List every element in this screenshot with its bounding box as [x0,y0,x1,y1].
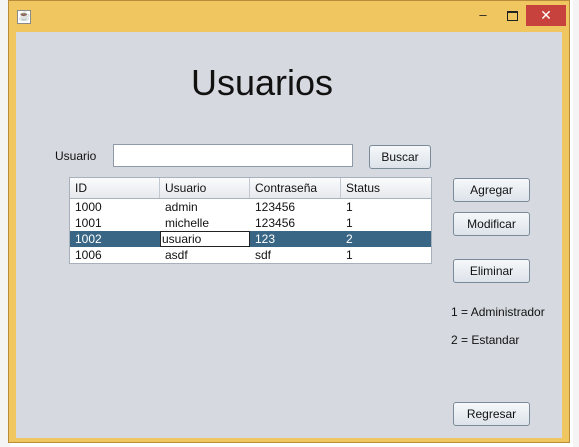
buscar-button[interactable]: Buscar [369,145,431,169]
cell-status[interactable]: 1 [341,215,431,231]
title-bar[interactable]: ☕ – ✕ [9,1,569,32]
maximize-icon [506,10,518,21]
agregar-button[interactable]: Agregar [453,178,530,202]
maximize-button[interactable] [501,5,523,26]
usuario-search-label: Usuario [55,149,97,163]
cell-contrasena[interactable]: 123456 [250,199,341,215]
table-row[interactable]: 1001 michelle 123456 1 [70,215,431,231]
column-header-contrasena[interactable]: Contraseña [250,178,341,198]
legend-estandar: 2 = Estandar [451,333,520,347]
cell-contrasena[interactable]: 123456 [250,215,341,231]
java-app-icon: ☕ [17,10,31,24]
cell-usuario[interactable]: admin [160,199,250,215]
content-pane: Usuarios Usuario Buscar ID Usuario Contr… [16,32,562,438]
cell-contrasena[interactable]: 123 [250,231,341,247]
cell-contrasena[interactable]: sdf [250,247,341,263]
cell-id[interactable]: 1002 [70,231,160,247]
column-header-usuario[interactable]: Usuario [160,178,250,198]
usuarios-table[interactable]: ID Usuario Contraseña Status 1000 admin … [69,177,432,264]
background-editor-right [573,0,579,447]
minimize-button[interactable]: – [472,5,494,26]
cell-status[interactable]: 1 [341,199,431,215]
cell-id[interactable]: 1000 [70,199,160,215]
regresar-button[interactable]: Regresar [453,402,530,426]
table-header: ID Usuario Contraseña Status [70,178,431,199]
legend-administrador: 1 = Administrador [451,305,545,319]
cell-usuario[interactable]: michelle [160,215,250,231]
app-window: ☕ – ✕ Usuarios Usuario Buscar ID Usuario… [8,0,570,443]
table-row[interactable]: 1000 admin 123456 1 [70,199,431,215]
cell-id[interactable]: 1001 [70,215,160,231]
cell-usuario[interactable]: asdf [160,247,250,263]
column-header-status[interactable]: Status [341,178,431,198]
column-header-id[interactable]: ID [70,178,160,198]
page-title: Usuarios [190,62,334,103]
eliminar-button[interactable]: Eliminar [453,259,530,283]
search-input[interactable] [113,144,353,167]
table-row-selected[interactable]: 1002 usuario 123 2 [70,231,431,247]
cell-status[interactable]: 1 [341,247,431,263]
cell-usuario-editor[interactable]: usuario [160,231,250,247]
modificar-button[interactable]: Modificar [453,212,530,236]
close-button[interactable]: ✕ [526,5,566,26]
table-row[interactable]: 1006 asdf sdf 1 [70,247,431,263]
cell-status[interactable]: 2 [341,231,431,247]
cell-id[interactable]: 1006 [70,247,160,263]
